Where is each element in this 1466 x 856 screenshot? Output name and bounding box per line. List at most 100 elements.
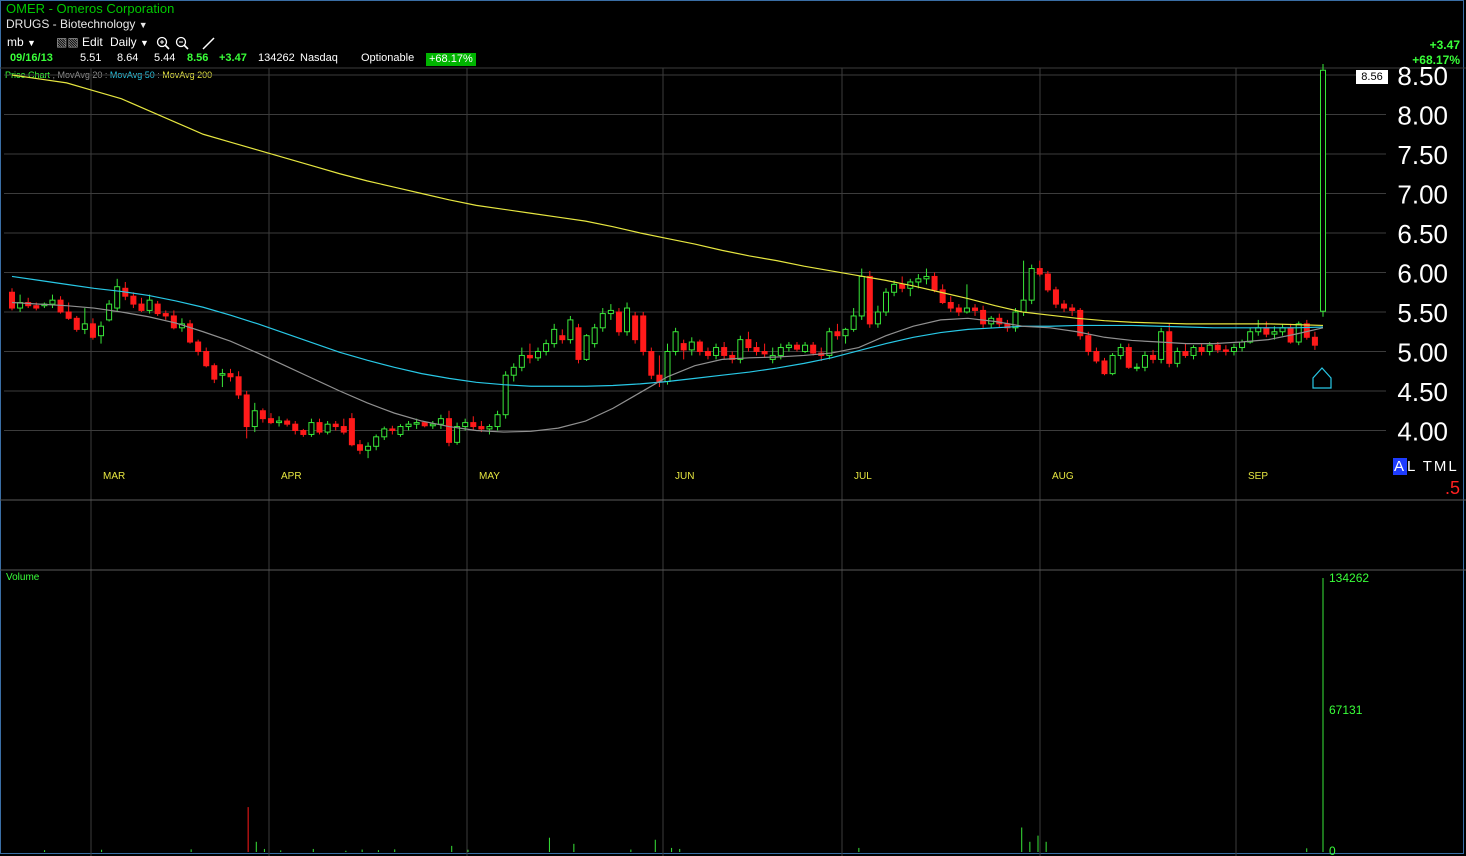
candle-body — [389, 428, 396, 432]
candle-body — [146, 299, 153, 311]
candle-body — [793, 344, 800, 350]
candle-body — [535, 351, 542, 359]
candle-body — [1263, 327, 1270, 335]
candle-body — [219, 373, 226, 376]
candle-body — [203, 351, 210, 367]
candle-body — [802, 344, 809, 352]
candle-body — [138, 303, 145, 311]
candle-body — [745, 339, 752, 349]
candle-body — [810, 344, 817, 354]
candle-body — [494, 414, 501, 428]
candle-body — [267, 418, 274, 424]
y-tick-label: 5.50 — [1397, 298, 1448, 328]
candle-body — [373, 436, 380, 447]
candle-body — [1125, 347, 1132, 368]
candle-body — [227, 373, 234, 378]
candle-body — [680, 343, 687, 351]
candle-body — [866, 275, 873, 325]
candle-body — [397, 426, 404, 435]
candle-body — [243, 394, 250, 428]
candle-body — [348, 418, 355, 446]
candle-body — [947, 302, 954, 309]
candle-body — [1206, 344, 1213, 352]
candle-body — [73, 317, 80, 330]
candle-body — [559, 335, 566, 341]
candle-body — [980, 309, 987, 325]
event-marker-icon — [1312, 367, 1332, 389]
candle-body — [276, 420, 283, 424]
volume-scale-label: 67131 — [1329, 703, 1363, 717]
candle-body — [713, 347, 720, 356]
candle-body — [98, 325, 105, 337]
candle-body — [65, 311, 72, 319]
candle-body — [826, 331, 833, 356]
y-tick-label: 8.50 — [1397, 61, 1448, 91]
candle-body — [632, 315, 639, 341]
ma200-line — [11, 74, 1324, 327]
candle-body — [1319, 69, 1327, 312]
candle-body — [518, 354, 525, 368]
candle-body — [850, 315, 857, 330]
candle-body — [154, 303, 161, 315]
candle-body — [1311, 336, 1318, 346]
candle-body — [211, 365, 218, 380]
volume-scale-label: 0 — [1329, 844, 1336, 856]
al-tml-label[interactable]: AL TML — [1393, 458, 1459, 475]
candle-body — [526, 354, 533, 359]
candle-body — [842, 328, 849, 337]
candle-body — [8, 291, 16, 309]
candle-body — [437, 418, 444, 425]
candle-body — [454, 426, 461, 443]
candle-body — [737, 339, 744, 360]
candle-body — [308, 422, 315, 435]
candle-body — [1101, 360, 1108, 375]
volume-label: Volume — [6, 572, 40, 583]
y-tick-label: 4.00 — [1397, 417, 1448, 447]
candle-body — [89, 323, 96, 338]
candle-body — [162, 313, 169, 317]
candle-body — [81, 323, 88, 330]
candle-body — [502, 374, 509, 416]
candle-body — [429, 423, 436, 427]
candle-body — [607, 309, 614, 315]
candle-body — [915, 278, 922, 283]
volume-scale-label: 134262 — [1329, 571, 1369, 585]
candle-body — [1117, 347, 1124, 356]
x-month-label: MAY — [479, 471, 500, 482]
x-month-label: AUG — [1052, 471, 1074, 482]
candle-body — [955, 307, 962, 313]
candle-body — [106, 303, 113, 321]
candle-body — [648, 351, 655, 376]
candle-body — [316, 422, 323, 433]
candle-body — [470, 422, 477, 428]
candle-body — [1222, 349, 1229, 353]
candle-body — [510, 366, 517, 376]
candle-body — [624, 307, 631, 333]
candle-body — [672, 331, 679, 352]
y-tick-label: 6.50 — [1397, 219, 1448, 249]
candle-body — [696, 341, 703, 352]
candle-body — [721, 347, 728, 356]
candle-body — [1271, 331, 1278, 335]
y-tick-label: 4.50 — [1397, 377, 1448, 407]
candle-body — [615, 311, 622, 333]
x-month-label: APR — [281, 471, 302, 482]
x-month-label: SEP — [1248, 471, 1268, 482]
candle-body — [834, 331, 841, 337]
candle-body — [1239, 341, 1246, 349]
x-month-label: JUL — [854, 471, 872, 482]
candle-body — [1190, 347, 1197, 356]
al-rest: L TML — [1407, 458, 1459, 475]
candle-body — [130, 295, 137, 305]
candle-body — [1069, 307, 1076, 311]
candle-body — [963, 307, 970, 313]
candle-body — [1166, 331, 1173, 364]
candle-body — [340, 426, 347, 433]
candle-body — [785, 344, 792, 349]
price-chart[interactable]: 8.50 8.00 7.50 7.00 6.50 6.00 5.50 5.00 4.50 4.00… — [0, 0, 1466, 856]
candle-body — [704, 351, 711, 356]
half-label: .5 — [1445, 478, 1461, 498]
candle-body — [259, 410, 266, 420]
candle-body — [1052, 289, 1059, 305]
candle-body — [1036, 268, 1043, 275]
